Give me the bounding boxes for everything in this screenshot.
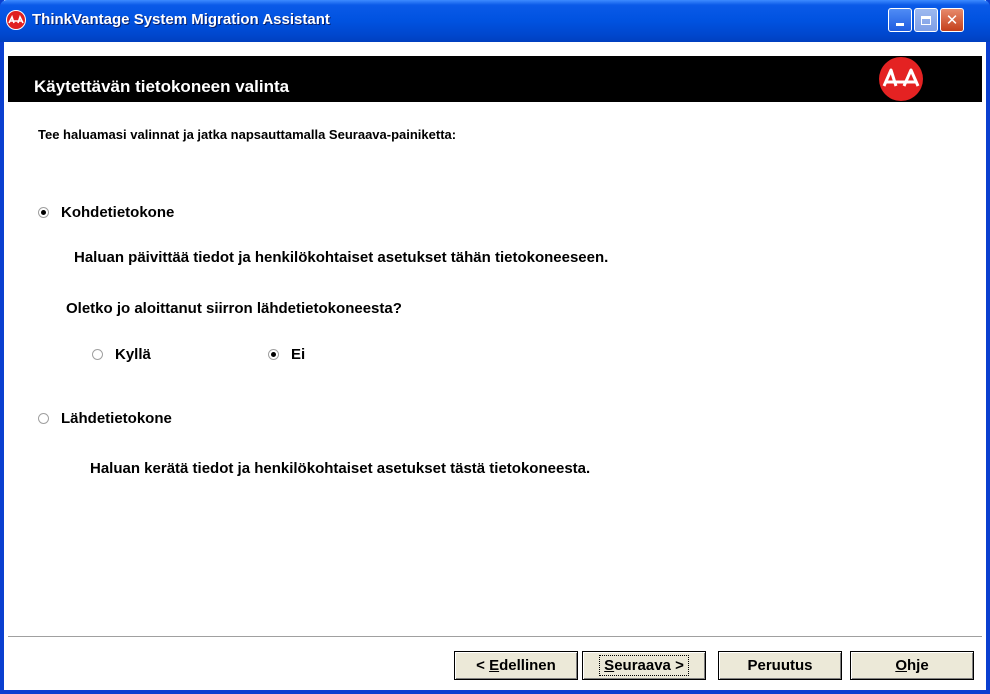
window-title: ThinkVantage System Migration Assistant [32,11,330,28]
wizard-header: Käytettävän tietokoneen valinta [8,56,982,102]
answer-yes-radio[interactable]: Kyllä [92,346,151,363]
next-button[interactable]: Seuraava > [582,651,706,680]
minimize-icon [896,23,904,26]
title-bar[interactable]: ThinkVantage System Migration Assistant … [0,0,990,42]
maximize-icon [921,15,931,25]
close-button[interactable]: ✕ [940,8,964,32]
source-computer-label: Lähdetietokone [61,410,172,427]
target-computer-label: Kohdetietokone [61,204,175,221]
answer-yes-label: Kyllä [115,346,151,363]
radio-unselected-icon[interactable] [38,413,49,424]
radio-selected-icon[interactable] [38,207,49,218]
help-button[interactable]: Ohje [850,651,974,680]
answer-no-radio[interactable]: Ei [268,346,305,363]
migration-question: Oletko jo aloittanut siirron lähdetietok… [66,300,402,317]
source-computer-radio[interactable]: Lähdetietokone [38,410,172,427]
divider [8,636,982,638]
close-icon: ✕ [945,11,959,29]
minimize-button[interactable] [888,8,912,32]
source-computer-description: Haluan kerätä tiedot ja henkilökohtaiset… [90,460,591,477]
radio-unselected-icon[interactable] [92,349,103,360]
answer-no-label: Ei [291,346,306,363]
focus-rectangle: Seuraava > [599,655,689,676]
back-button[interactable]: < Edellinen [454,651,578,680]
maximize-button[interactable] [914,8,938,32]
target-computer-description: Haluan päivittää tiedot ja henkilökohtai… [74,249,609,266]
smd-logo-icon [6,10,26,30]
radio-selected-icon[interactable] [268,349,279,360]
target-computer-radio[interactable]: Kohdetietokone [38,204,174,221]
instruction-text: Tee haluamasi valinnat ja jatka napsautt… [38,127,457,142]
smd-logo-icon [878,56,924,102]
cancel-button[interactable]: Peruutus [718,651,842,680]
page-title: Käytettävän tietokoneen valinta [34,77,290,96]
